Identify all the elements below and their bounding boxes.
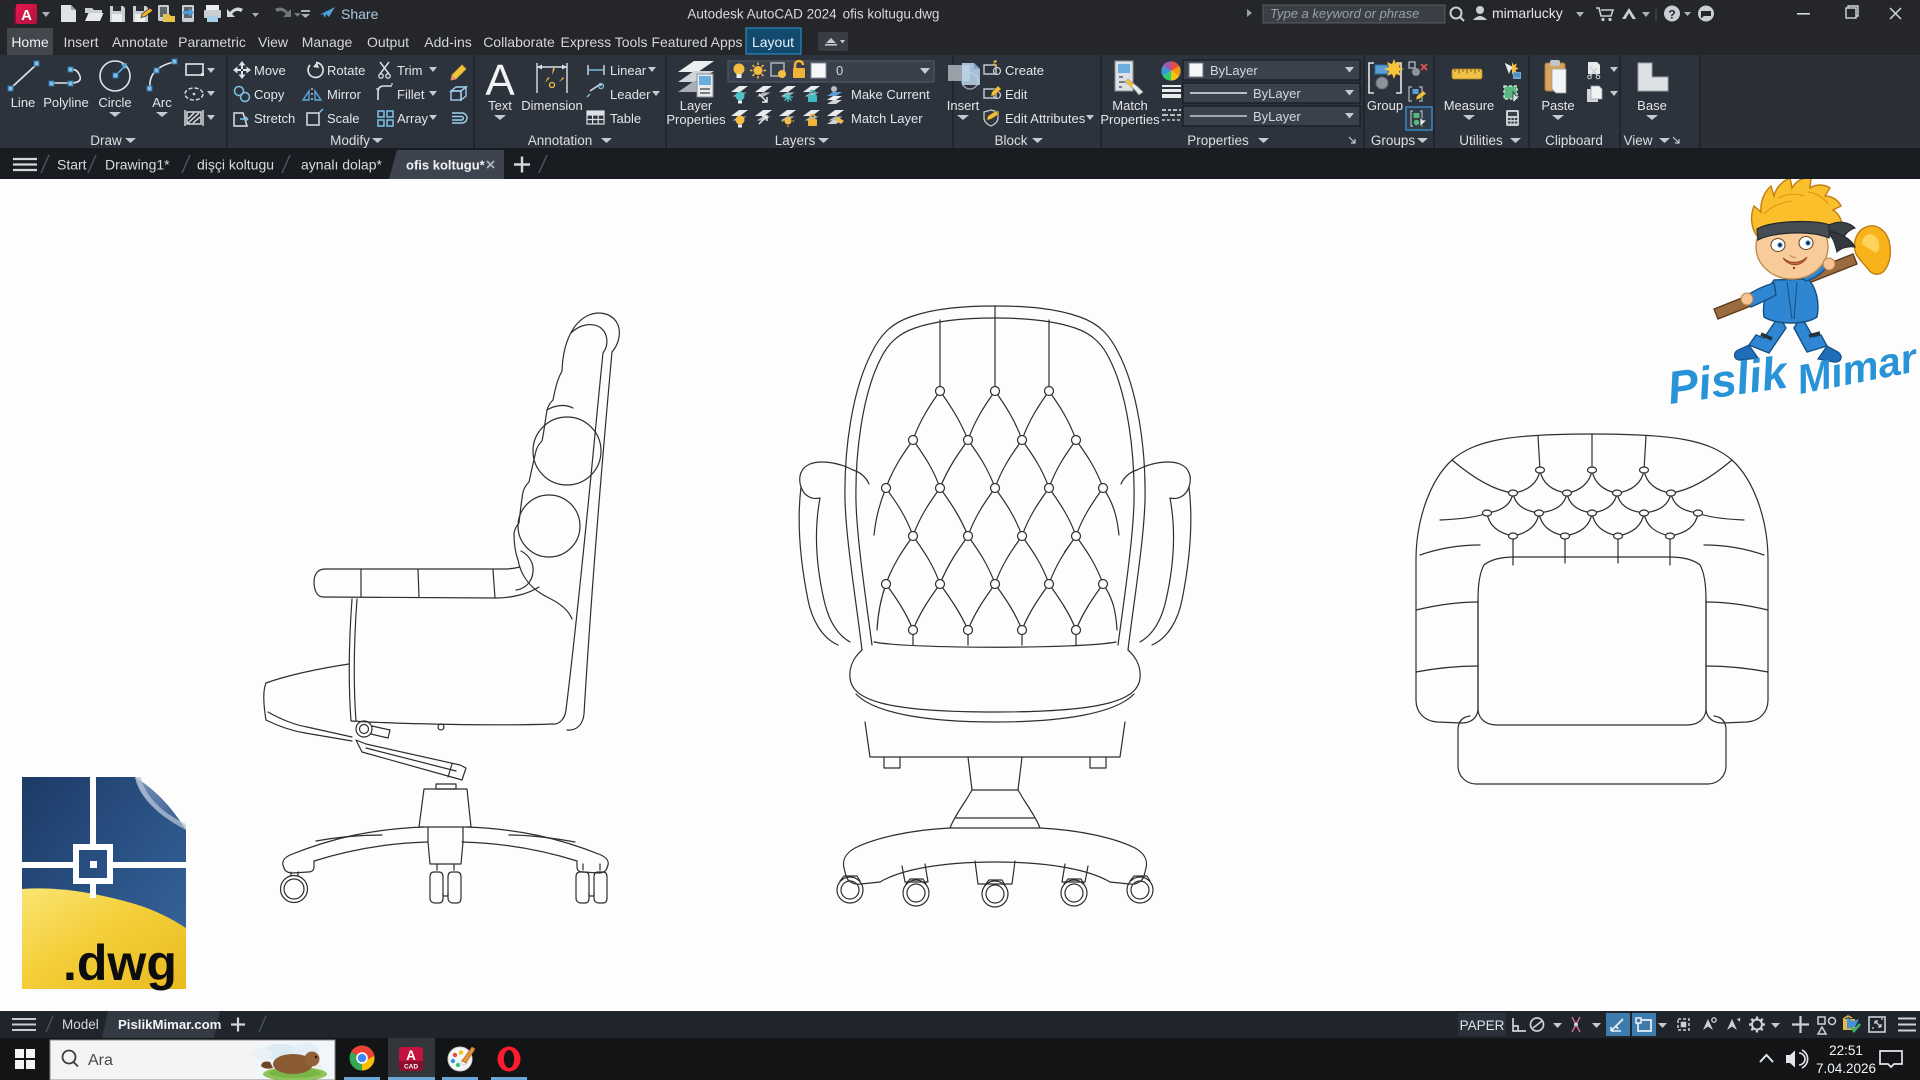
svg-text:A: A [21,7,32,24]
svg-text:Create: Create [1005,63,1044,78]
svg-text:Array: Array [397,111,429,126]
svg-text:Fillet: Fillet [397,87,425,102]
svg-text:Trim: Trim [397,63,423,78]
svg-text:Layers: Layers [775,133,816,148]
svg-text:Share: Share [341,6,379,22]
svg-text:22:51: 22:51 [1829,1043,1863,1058]
svg-text:Collaborate: Collaborate [483,34,555,50]
svg-text:.dwg: .dwg [63,935,177,991]
svg-text:Arc: Arc [152,95,172,110]
svg-text:Move: Move [254,63,286,78]
svg-text:Edit Attributes: Edit Attributes [1005,111,1086,126]
svg-text:7.04.2026: 7.04.2026 [1816,1061,1876,1076]
svg-text:ByLayer: ByLayer [1210,63,1258,78]
svg-text:PislikMimar.com: PislikMimar.com [118,1017,221,1032]
svg-text:mimarlucky: mimarlucky [1492,5,1563,21]
svg-text:Modify: Modify [330,133,370,148]
svg-text:ofis koltugu.dwg: ofis koltugu.dwg [843,7,940,22]
svg-text:View: View [258,34,289,50]
svg-text:Group: Group [1367,98,1403,113]
svg-text:Properties: Properties [1187,133,1249,148]
svg-text:aynalı dolap*: aynalı dolap* [301,157,383,173]
svg-text:Rotate: Rotate [327,63,365,78]
svg-text:Featured Apps: Featured Apps [651,34,742,50]
svg-text:Copy: Copy [254,87,285,102]
svg-text:Match Layer: Match Layer [851,111,923,126]
svg-text:dişçi koltugu: dişçi koltugu [197,157,274,173]
svg-text:Circle: Circle [98,95,131,110]
svg-text:Polyline: Polyline [43,95,89,110]
svg-text:Mirror: Mirror [327,87,362,102]
svg-text:Table: Table [610,111,641,126]
svg-text:Dimension: Dimension [521,98,582,113]
svg-text:Parametric: Parametric [178,34,246,50]
svg-text:Block: Block [994,133,1027,148]
svg-text:Home: Home [11,34,49,50]
svg-text:Utilities: Utilities [1459,133,1503,148]
svg-text:Add-ins: Add-ins [424,34,471,50]
svg-text:ofis koltugu*: ofis koltugu* [406,158,486,173]
svg-text:Scale: Scale [327,111,360,126]
svg-text:Insert: Insert [63,34,98,50]
svg-text:Make Current: Make Current [851,87,930,102]
svg-text:PAPER: PAPER [1460,1018,1505,1033]
svg-text:Manage: Manage [302,34,353,50]
svg-text:Groups: Groups [1371,133,1416,148]
svg-text:Line: Line [11,95,36,110]
svg-text:Linear: Linear [610,63,647,78]
svg-text:Pislik: Pislik [1664,345,1793,414]
svg-text:Layout: Layout [752,34,794,50]
svg-text:Layer: Layer [680,98,713,113]
svg-text:Model: Model [62,1017,99,1032]
svg-text:Edit: Edit [1005,87,1028,102]
svg-text:Annotation: Annotation [528,133,593,148]
svg-text:0: 0 [836,63,843,78]
svg-text:?: ? [1668,8,1675,22]
svg-text:Leader: Leader [610,87,651,102]
svg-text:A: A [406,1048,416,1063]
svg-text:Ara: Ara [88,1052,113,1069]
svg-text:View: View [1623,133,1652,148]
svg-text:Base: Base [1637,98,1667,113]
svg-text:Type a keyword or phrase: Type a keyword or phrase [1270,6,1419,21]
svg-text:Measure: Measure [1444,98,1495,113]
svg-text:Annotate: Annotate [112,34,168,50]
svg-text:CAD: CAD [404,1064,418,1071]
svg-text:Insert: Insert [947,98,980,113]
svg-text:Start: Start [57,157,87,173]
svg-text:Properties: Properties [1100,112,1160,127]
svg-text:ByLayer: ByLayer [1253,109,1301,124]
svg-text:Drawing1*: Drawing1* [105,157,170,173]
svg-text:Output: Output [367,34,409,50]
svg-text:Draw: Draw [90,133,122,148]
svg-text:Autodesk AutoCAD 2024: Autodesk AutoCAD 2024 [687,7,837,22]
svg-text:Express Tools: Express Tools [561,34,648,50]
svg-text:Clipboard: Clipboard [1545,133,1603,148]
svg-text:Match: Match [1112,98,1147,113]
svg-text:Text: Text [488,98,512,113]
svg-text:ByLayer: ByLayer [1253,86,1301,101]
svg-text:Properties: Properties [666,112,726,127]
svg-text:Stretch: Stretch [254,111,295,126]
svg-text:Paste: Paste [1541,98,1574,113]
